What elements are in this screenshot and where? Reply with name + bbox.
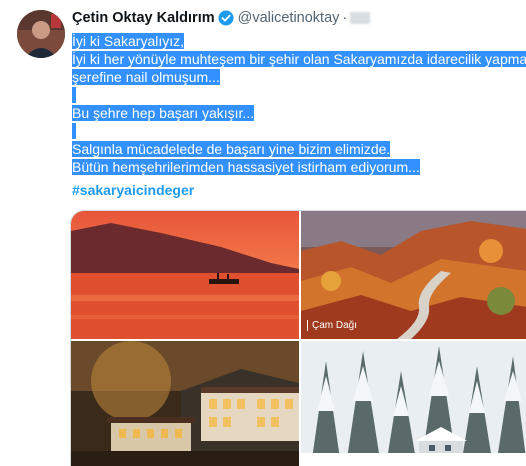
photo-sunset-lake[interactable]	[71, 211, 299, 339]
verified-badge-icon	[218, 10, 234, 26]
separator-dot: ·	[342, 10, 348, 26]
user-name[interactable]: Çetin Oktay Kaldırım	[72, 10, 215, 26]
photo-historic-houses[interactable]	[71, 341, 299, 466]
tweet-line: İyi ki Sakaryalıyız,	[72, 33, 185, 49]
tweet-line: Bu şehre hep başarı yakışır...	[72, 105, 255, 121]
tweet-line-blank	[72, 122, 512, 140]
avatar[interactable]	[17, 10, 65, 58]
tweet[interactable]: Çetin Oktay Kaldırım @valicetinoktay · İ…	[0, 0, 526, 466]
photo-autumn-road[interactable]: Çam Dağı	[301, 211, 526, 339]
tweet-line: Salgınla mücadelede de başarı yine bizim…	[72, 141, 391, 157]
user-handle[interactable]: @valicetinoktay	[238, 10, 340, 26]
photo-caption: Çam Dağı	[307, 320, 357, 331]
tweet-line: İyi ki her yönüyle muhteşem bir şehir ol…	[72, 51, 526, 67]
tweet-text: İyi ki Sakaryalıyız, İyi ki her yönüyle …	[72, 32, 526, 176]
timestamp-redacted[interactable]	[350, 12, 371, 24]
tweet-header: Çetin Oktay Kaldırım @valicetinoktay ·	[72, 8, 371, 28]
hashtag-link[interactable]: #sakaryaicindeger	[72, 182, 194, 198]
tweet-line: Bütün hemşehrilerimden hassasiyet istirh…	[72, 159, 420, 175]
photo-snowy-forest[interactable]	[301, 341, 526, 466]
tweet-line-blank	[72, 86, 512, 104]
tweet-line: şerefine nail olmuşum...	[72, 69, 220, 85]
media-grid: Çam Dağı	[70, 210, 526, 466]
